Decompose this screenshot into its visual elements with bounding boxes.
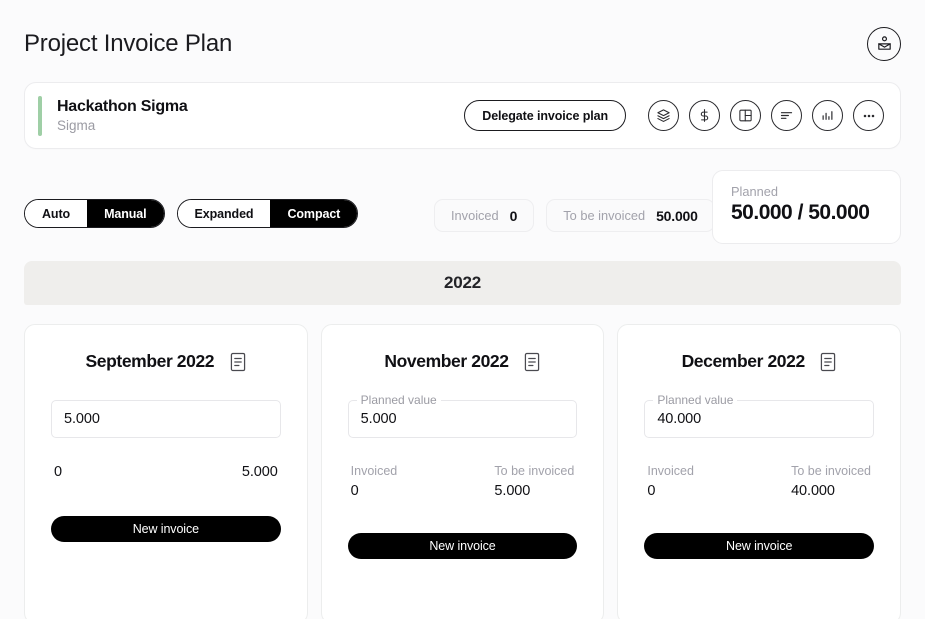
page-title: Project Invoice Plan bbox=[24, 29, 233, 57]
density-toggle-option-compact[interactable]: Compact bbox=[270, 200, 358, 227]
month-card: September 2022 5.000 0 5.000 New invoice bbox=[24, 324, 308, 619]
planned-value-input[interactable]: 5.000 bbox=[51, 400, 281, 438]
planned-value-input-value: 5.000 bbox=[360, 411, 397, 427]
month-stat-value: 0 bbox=[54, 464, 62, 480]
month-stat-label: Invoiced bbox=[647, 464, 694, 478]
summary-chips: Invoiced 0 To be invoiced 50.000 bbox=[434, 199, 715, 232]
month-stat-value: 40.000 bbox=[791, 483, 835, 499]
chip-value: 50.000 bbox=[656, 207, 698, 224]
document-note-icon bbox=[524, 352, 540, 371]
delegate-invoice-plan-button[interactable]: Delegate invoice plan bbox=[464, 100, 626, 131]
document-note-icon-button[interactable] bbox=[820, 351, 837, 372]
planned-label: Planned bbox=[731, 184, 778, 199]
month-card: November 2022 Planned value 5.000 Invoic… bbox=[320, 324, 605, 619]
app-root: Project Invoice Plan Hackathon Sigma Sig… bbox=[0, 0, 925, 619]
month-stat-value: 5.000 bbox=[494, 483, 531, 499]
project-subtitle: Sigma bbox=[57, 118, 96, 133]
controls-row: Auto Manual Expanded Compact Invoiced 0 … bbox=[24, 170, 901, 244]
new-invoice-button[interactable]: New invoice bbox=[51, 516, 281, 542]
ellipsis-icon bbox=[863, 114, 874, 117]
month-stat-to-be-invoiced: To be invoiced 5.000 bbox=[494, 464, 574, 499]
project-accent-bar bbox=[38, 95, 42, 136]
planned-value-input-value: 40.000 bbox=[657, 411, 702, 427]
summary-chip-invoiced: Invoiced 0 bbox=[434, 199, 535, 232]
timeline-year-bar[interactable]: 2022 bbox=[24, 261, 901, 305]
project-action-icons bbox=[648, 100, 884, 131]
project-card: Hackathon Sigma Sigma Delegate invoice p… bbox=[24, 82, 901, 149]
month-stat-label: Invoiced bbox=[350, 464, 398, 478]
contact-card-icon bbox=[877, 36, 891, 50]
month-card-header: November 2022 bbox=[348, 351, 578, 372]
document-note-icon-button[interactable] bbox=[524, 351, 541, 372]
planned-summary-card: Planned 50.000 / 50.000 bbox=[712, 170, 901, 244]
planned-value-input-value: 5.000 bbox=[64, 411, 100, 427]
month-stat-invoiced: 0 bbox=[54, 464, 62, 480]
planned-value-field-wrap: Planned value 5.000 bbox=[347, 392, 578, 438]
ellipsis-icon-button[interactable] bbox=[853, 100, 884, 131]
dollar-icon bbox=[700, 109, 709, 122]
month-stat-value: 0 bbox=[350, 483, 359, 499]
project-name: Hackathon Sigma bbox=[57, 98, 188, 115]
bar-chart-icon-button[interactable] bbox=[812, 100, 843, 131]
month-title: December 2022 bbox=[681, 351, 806, 371]
month-stat-to-be-invoiced: To be invoiced 40.000 bbox=[791, 464, 871, 499]
summary-chip-to-be-invoiced: To be invoiced 50.000 bbox=[546, 199, 715, 232]
month-stat-invoiced: Invoiced 0 bbox=[647, 464, 694, 499]
planned-value-field-wrap: 5.000 bbox=[51, 400, 281, 438]
month-stat-to-be-invoiced: 5.000 bbox=[242, 464, 278, 480]
align-left-icon-button[interactable] bbox=[771, 100, 802, 131]
month-stat-invoiced: Invoiced 0 bbox=[351, 464, 398, 499]
mode-toggle-option-auto[interactable]: Auto bbox=[25, 200, 88, 227]
document-note-icon bbox=[230, 352, 245, 371]
layers-icon bbox=[657, 109, 670, 122]
layers-icon-button[interactable] bbox=[648, 100, 679, 131]
project-titles: Hackathon Sigma Sigma bbox=[57, 98, 188, 133]
month-title: November 2022 bbox=[384, 351, 509, 371]
month-stats: Invoiced 0 To be invoiced 5.000 bbox=[348, 464, 578, 499]
align-left-icon bbox=[780, 112, 793, 119]
month-stat-label: To be invoiced bbox=[494, 464, 575, 478]
chip-label: To be invoiced bbox=[563, 208, 646, 223]
new-invoice-button[interactable]: New invoice bbox=[347, 533, 578, 559]
contact-card-icon-button[interactable] bbox=[867, 26, 901, 61]
top-bar: Project Invoice Plan bbox=[0, 0, 925, 70]
chip-value: 0 bbox=[509, 207, 518, 224]
document-note-icon-button[interactable] bbox=[229, 351, 246, 372]
month-card-list: September 2022 5.000 0 5.000 New invoice… bbox=[24, 324, 902, 619]
bar-chart-icon bbox=[822, 111, 833, 120]
planned-value-field-wrap: Planned value 40.000 bbox=[644, 392, 875, 438]
planned-value: 50.000 / 50.000 bbox=[731, 201, 870, 224]
mode-toggle: Auto Manual bbox=[24, 199, 165, 228]
month-stat-value: 0 bbox=[647, 483, 656, 499]
density-toggle: Expanded Compact bbox=[176, 199, 359, 228]
dollar-icon-button[interactable] bbox=[689, 100, 720, 131]
toggle-group: Auto Manual Expanded Compact bbox=[24, 199, 359, 228]
layout-panel-icon bbox=[739, 109, 752, 122]
month-card-header: December 2022 bbox=[644, 351, 874, 372]
timeline-year-label: 2022 bbox=[443, 273, 482, 292]
planned-value-input[interactable]: 5.000 bbox=[347, 400, 578, 438]
month-card: December 2022 Planned value 40.000 Invoi… bbox=[617, 324, 902, 619]
layout-panel-icon-button[interactable] bbox=[730, 100, 761, 131]
density-toggle-option-expanded[interactable]: Expanded bbox=[177, 200, 271, 227]
month-card-header: September 2022 bbox=[51, 351, 281, 372]
month-stat-value: 5.000 bbox=[241, 464, 278, 480]
planned-value-input[interactable]: 40.000 bbox=[644, 400, 875, 438]
document-note-icon bbox=[821, 352, 836, 371]
new-invoice-button[interactable]: New invoice bbox=[644, 533, 875, 559]
mode-toggle-option-manual[interactable]: Manual bbox=[87, 200, 164, 227]
month-stat-label: To be invoiced bbox=[791, 464, 872, 478]
month-title: September 2022 bbox=[85, 351, 215, 371]
chip-label: Invoiced bbox=[451, 208, 499, 223]
month-stats: 0 5.000 bbox=[51, 464, 281, 480]
month-stats: Invoiced 0 To be invoiced 40.000 bbox=[644, 464, 874, 499]
